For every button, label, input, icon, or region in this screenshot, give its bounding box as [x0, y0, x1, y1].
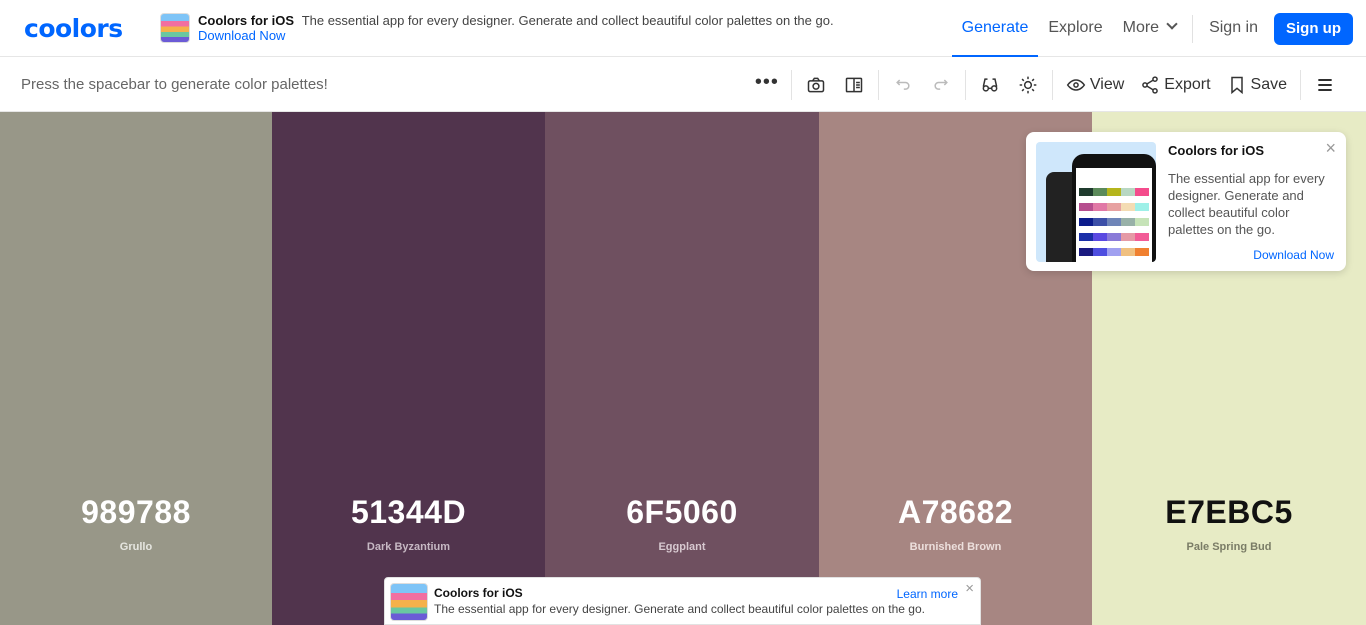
nav-divider — [1192, 14, 1194, 43]
color-hex[interactable]: A78682 — [819, 494, 1092, 531]
undo-icon — [895, 78, 910, 90]
redo-button[interactable] — [922, 66, 960, 104]
promo-download-link[interactable]: Download Now — [198, 28, 834, 43]
more-dots-icon: ••• — [754, 70, 779, 93]
nav-more[interactable]: More — [1113, 0, 1186, 57]
promo-title: Coolors for iOS — [198, 13, 295, 28]
export-button[interactable] — [1132, 66, 1162, 104]
generator-toolbar: Press the spacebar to generate color pal… — [0, 57, 1366, 112]
save-button[interactable] — [1219, 66, 1249, 104]
ios-promo-card: Coolors for iOS The essential app for ev… — [1026, 132, 1346, 271]
nav-more-label: More — [1122, 19, 1160, 36]
color-name: Burnished Brown — [909, 541, 1002, 553]
main-nav: Generate Explore More Sign in Sign up — [951, 0, 1366, 57]
color-name: Eggplant — [658, 541, 706, 553]
app-thumbnail-icon — [160, 13, 190, 43]
eye-icon — [1066, 78, 1086, 91]
color-name: Pale Spring Bud — [1186, 541, 1272, 553]
card-download-link[interactable]: Download Now — [1253, 248, 1334, 262]
signin-link[interactable]: Sign in — [1199, 0, 1268, 57]
phone-mockup-image — [1036, 142, 1156, 262]
chevron-down-icon — [1166, 18, 1178, 30]
color-swatch[interactable]: 6F5060 Eggplant — [545, 112, 819, 625]
banner-description: The essential app for every designer. Ge… — [434, 602, 925, 616]
camera-button[interactable] — [797, 66, 835, 104]
bookmark-icon — [1230, 76, 1243, 94]
banner-title: Coolors for iOS — [434, 586, 523, 600]
card-description: The essential app for every designer. Ge… — [1168, 171, 1325, 237]
signup-button[interactable]: Sign up — [1274, 12, 1353, 45]
glasses-icon — [982, 77, 998, 92]
color-blindness-button[interactable] — [971, 66, 1009, 104]
toolbar-divider — [1300, 69, 1301, 100]
sun-icon — [1019, 76, 1037, 93]
layout-button[interactable] — [835, 66, 873, 104]
banner-learn-more-link[interactable]: Learn more — [897, 587, 958, 601]
close-icon[interactable]: × — [1325, 138, 1336, 159]
view-button[interactable] — [1058, 66, 1088, 104]
save-label[interactable]: Save — [1251, 76, 1287, 94]
phone-graphic — [1072, 154, 1156, 262]
toolbar-divider — [790, 69, 792, 100]
layout-icon — [845, 77, 863, 92]
camera-icon — [807, 77, 825, 92]
color-hex[interactable]: 6F5060 — [545, 494, 819, 531]
more-options-button[interactable]: ••• — [748, 66, 786, 104]
share-icon — [1142, 75, 1159, 94]
color-name: Grullo — [119, 541, 153, 553]
undo-button[interactable] — [884, 66, 922, 104]
hamburger-menu-icon — [1318, 78, 1332, 91]
toolbar-divider — [1051, 69, 1053, 100]
color-hex[interactable]: 51344D — [272, 494, 545, 531]
promo-description: The essential app for every designer. Ge… — [301, 13, 834, 28]
menu-button[interactable] — [1306, 66, 1344, 104]
color-hex[interactable]: 989788 — [0, 494, 272, 531]
card-title: Coolors for iOS — [1168, 143, 1265, 158]
toolbar-divider — [964, 69, 966, 100]
color-swatch[interactable]: 989788 Grullo — [0, 112, 272, 625]
color-hex[interactable]: E7EBC5 — [1092, 494, 1366, 531]
color-swatch[interactable]: 51344D Dark Byzantium — [272, 112, 545, 625]
ios-promo-banner: Coolors for iOS The essential app for ev… — [384, 577, 981, 625]
nav-explore[interactable]: Explore — [1038, 0, 1112, 57]
promo-text: Coolors for iOS The essential app for ev… — [198, 13, 834, 45]
coolors-logo[interactable]: coolors — [24, 14, 123, 43]
nav-generate[interactable]: Generate — [951, 0, 1039, 57]
app-thumbnail-icon — [390, 583, 428, 621]
top-navbar: coolors Coolors for iOS The essential ap… — [0, 0, 1366, 57]
ios-app-promo: Coolors for iOS The essential app for ev… — [160, 13, 834, 45]
toolbar-divider — [877, 69, 879, 100]
close-icon[interactable]: × — [965, 580, 974, 597]
redo-icon — [934, 78, 948, 90]
export-label[interactable]: Export — [1164, 76, 1210, 94]
toolbar-actions: ••• View Export Save — [748, 57, 1344, 112]
adjust-palette-button[interactable] — [1009, 66, 1047, 104]
view-label[interactable]: View — [1090, 76, 1124, 94]
color-name: Dark Byzantium — [366, 541, 451, 553]
spacebar-hint: Press the spacebar to generate color pal… — [21, 76, 328, 93]
